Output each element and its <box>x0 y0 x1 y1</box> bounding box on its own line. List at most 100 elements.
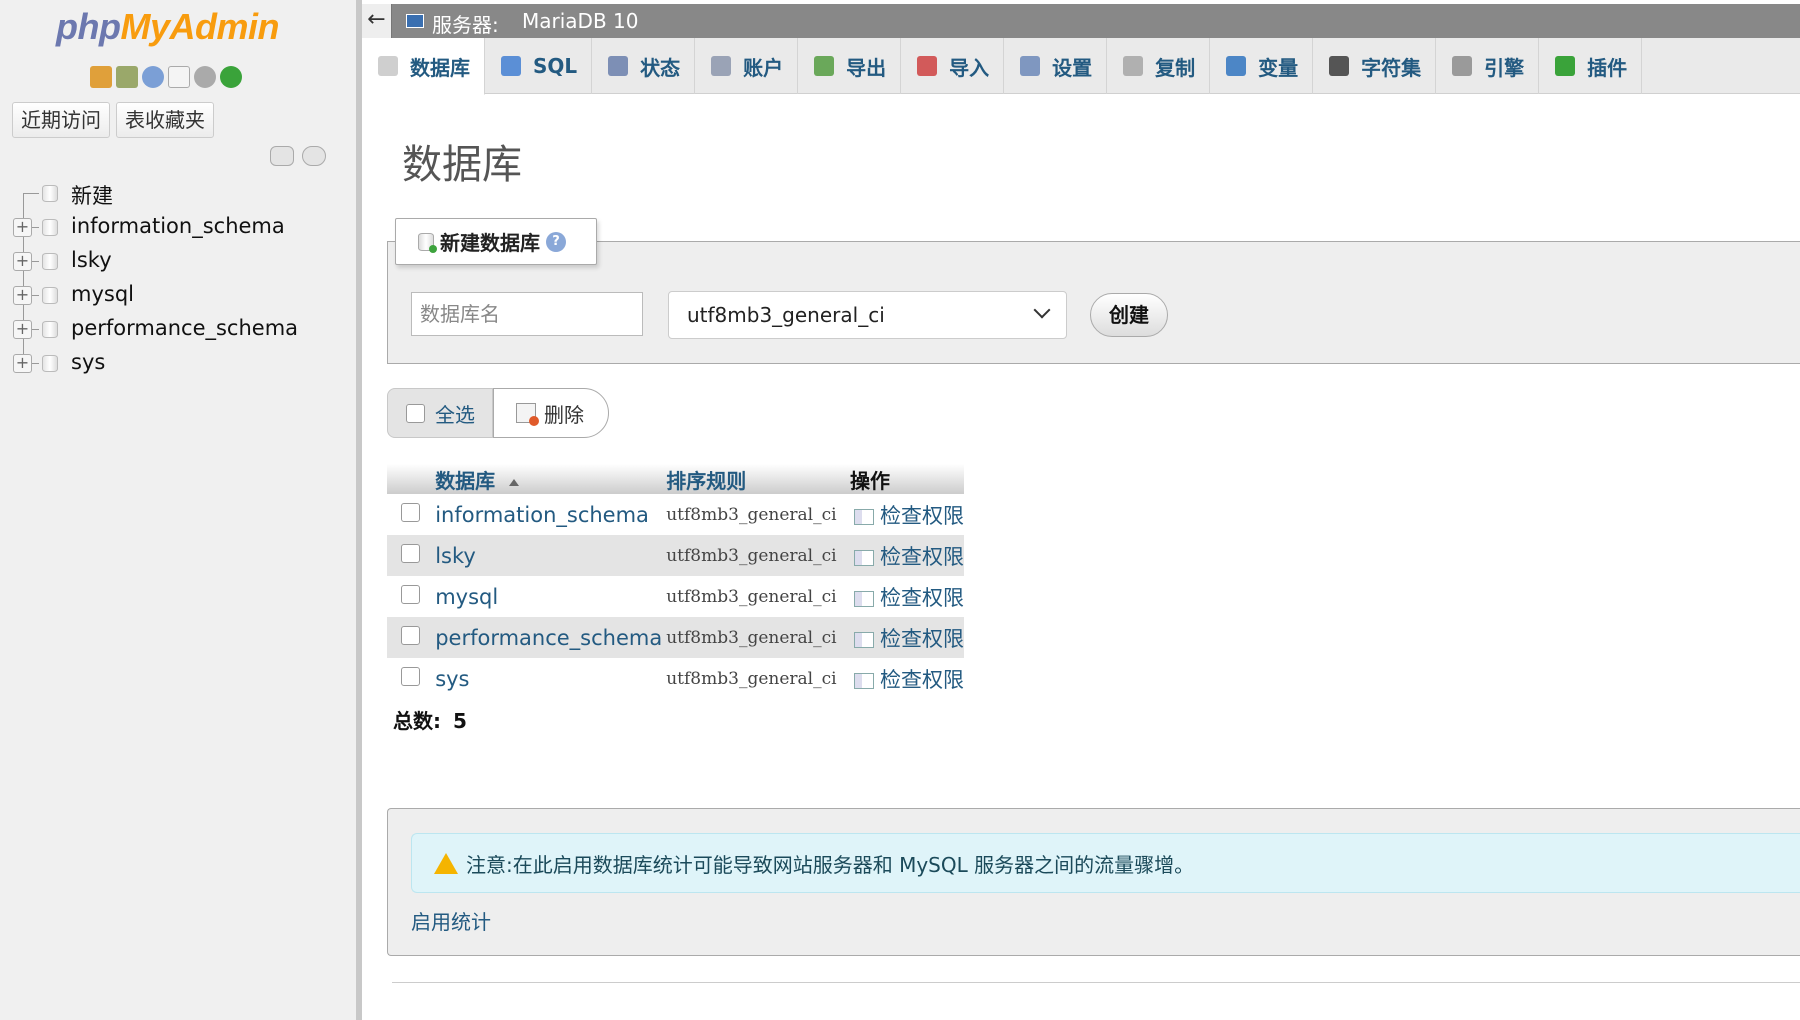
server-name-link[interactable]: MariaDB 10 <box>522 9 638 33</box>
tab-wrench[interactable]: 设置 <box>1004 38 1108 94</box>
help-icon[interactable] <box>142 66 164 88</box>
main-menu-tabs: 数据库 SQL 状态 账户 导出 导入 设置 复制 变量 字符集 引擎 插件 <box>362 38 1800 95</box>
row-checkbox-cell <box>387 617 432 658</box>
nav-resize-handle[interactable] <box>356 0 362 1020</box>
charset-icon <box>1329 56 1350 76</box>
tab-import[interactable]: 导入 <box>901 38 1005 94</box>
warning-icon <box>434 852 458 874</box>
favorites-tab[interactable]: 表收藏夹 <box>116 102 214 138</box>
database-name-link[interactable]: performance_schema <box>431 617 663 658</box>
databases-table-body: information_schema utf8mb3_general_ci 检查权限… <box>387 494 964 699</box>
tab-replication[interactable]: 复制 <box>1107 38 1211 94</box>
tab-sql[interactable]: SQL <box>485 38 593 94</box>
tree-item-performance-schema[interactable]: + performance_schema <box>0 312 356 346</box>
check-privileges-link[interactable]: 检查权限 <box>846 658 964 699</box>
select-all-control[interactable]: 全选 <box>387 388 493 438</box>
database-name-link[interactable]: information_schema <box>431 494 663 535</box>
tree-item-new[interactable]: 新建 <box>0 176 356 210</box>
check-privileges-label[interactable]: 检查权限 <box>880 545 964 569</box>
logout-icon[interactable] <box>116 66 138 88</box>
check-privileges-link[interactable]: 检查权限 <box>846 617 964 658</box>
tab-charset[interactable]: 字符集 <box>1313 38 1437 94</box>
plugin-icon <box>1555 56 1576 76</box>
reload-icon[interactable] <box>220 66 242 88</box>
tab-label: 引擎 <box>1484 55 1525 80</box>
check-privileges-link[interactable]: 检查权限 <box>846 494 964 535</box>
tree-item-mysql[interactable]: + mysql <box>0 278 356 312</box>
server-label: 服务器: <box>432 13 499 37</box>
link-icon[interactable] <box>302 146 326 166</box>
create-database-title: 新建数据库 <box>440 231 540 255</box>
recent-tab[interactable]: 近期访问 <box>12 102 110 138</box>
tab-database[interactable]: 数据库 <box>362 38 485 95</box>
tree-line <box>23 193 24 210</box>
new-database-icon <box>418 232 437 253</box>
check-privileges-link[interactable]: 检查权限 <box>846 535 964 576</box>
header-database[interactable]: 数据库 <box>431 464 663 494</box>
home-icon[interactable] <box>90 66 112 88</box>
expand-icon[interactable]: + <box>13 320 32 339</box>
tab-variables[interactable]: 变量 <box>1210 38 1314 94</box>
replication-icon <box>1123 56 1144 76</box>
check-privileges-label[interactable]: 检查权限 <box>880 668 964 692</box>
bulk-actions-bar: 全选 删除 <box>387 388 609 438</box>
select-all-label[interactable]: 全选 <box>435 399 475 428</box>
delete-button[interactable]: 删除 <box>493 388 609 438</box>
row-checkbox[interactable] <box>401 543 420 563</box>
tree-item-label: performance_schema <box>71 316 299 340</box>
tab-status[interactable]: 状态 <box>592 38 696 94</box>
database-name-link[interactable]: sys <box>431 658 663 699</box>
select-all-checkbox[interactable] <box>406 403 425 423</box>
table-row: mysql utf8mb3_general_ci 检查权限 <box>387 576 964 617</box>
database-name-link[interactable]: lsky <box>431 535 663 576</box>
database-icon <box>42 287 58 304</box>
tree-item-label: lsky <box>71 248 112 272</box>
tab-engine[interactable]: 引擎 <box>1436 38 1540 94</box>
tab-accounts[interactable]: 账户 <box>695 38 799 94</box>
collapse-nav-button[interactable]: ← <box>362 4 392 38</box>
row-checkbox[interactable] <box>401 584 420 604</box>
check-privileges-label[interactable]: 检查权限 <box>880 504 964 528</box>
header-action: 操作 <box>846 464 964 494</box>
check-privileges-link[interactable]: 检查权限 <box>846 576 964 617</box>
expand-icon[interactable]: + <box>13 286 32 305</box>
create-button[interactable]: 创建 <box>1090 293 1168 337</box>
chevron-down-icon <box>1033 301 1051 319</box>
notice-text: 注意:在此启用数据库统计可能导致网站服务器和 MySQL 服务器之间的流量骤增。 <box>466 852 1195 877</box>
tab-label: 字符集 <box>1361 55 1422 80</box>
row-checkbox[interactable] <box>401 502 420 522</box>
collapse-all-icon[interactable] <box>270 146 294 166</box>
phpmyadmin-logo[interactable]: phpMyAdmin <box>56 6 279 48</box>
tree-item-lsky[interactable]: + lsky <box>0 244 356 278</box>
enable-statistics-link[interactable]: 启用统计 <box>411 906 491 935</box>
expand-icon[interactable]: + <box>13 252 32 271</box>
collation-select[interactable]: utf8mb3_general_ci <box>668 291 1067 339</box>
header-database-label[interactable]: 数据库 <box>435 469 495 493</box>
tree-item-information-schema[interactable]: + information_schema <box>0 210 356 244</box>
database-tree: 新建 + information_schema + lsky + mysql + <box>0 176 356 380</box>
expand-icon[interactable]: + <box>13 218 32 237</box>
divider <box>392 982 1800 983</box>
check-privileges-label[interactable]: 检查权限 <box>880 586 964 610</box>
import-icon <box>917 56 938 76</box>
database-collation: utf8mb3_general_ci <box>662 617 846 658</box>
database-icon <box>42 219 58 236</box>
database-name-input[interactable] <box>411 292 643 336</box>
header-collation[interactable]: 排序规则 <box>662 464 846 494</box>
tab-export[interactable]: 导出 <box>798 38 902 94</box>
tab-label: 账户 <box>743 55 784 80</box>
help-icon[interactable]: ? <box>546 231 566 252</box>
privileges-icon <box>854 631 874 648</box>
row-checkbox[interactable] <box>401 666 420 686</box>
row-checkbox[interactable] <box>401 625 420 645</box>
tree-item-sys[interactable]: + sys <box>0 346 356 380</box>
expand-icon[interactable]: + <box>13 354 32 373</box>
settings-icon[interactable] <box>194 66 216 88</box>
create-database-legend: 新建数据库 ? <box>395 218 597 265</box>
docs-icon[interactable] <box>168 66 190 88</box>
tab-plugin[interactable]: 插件 <box>1539 38 1643 94</box>
check-privileges-label[interactable]: 检查权限 <box>880 627 964 651</box>
navigation-panel: phpMyAdmin 近期访问 表收藏夹 新建 + information_sc… <box>0 0 360 1020</box>
tree-item-label: sys <box>71 350 106 374</box>
database-name-link[interactable]: mysql <box>431 576 663 617</box>
